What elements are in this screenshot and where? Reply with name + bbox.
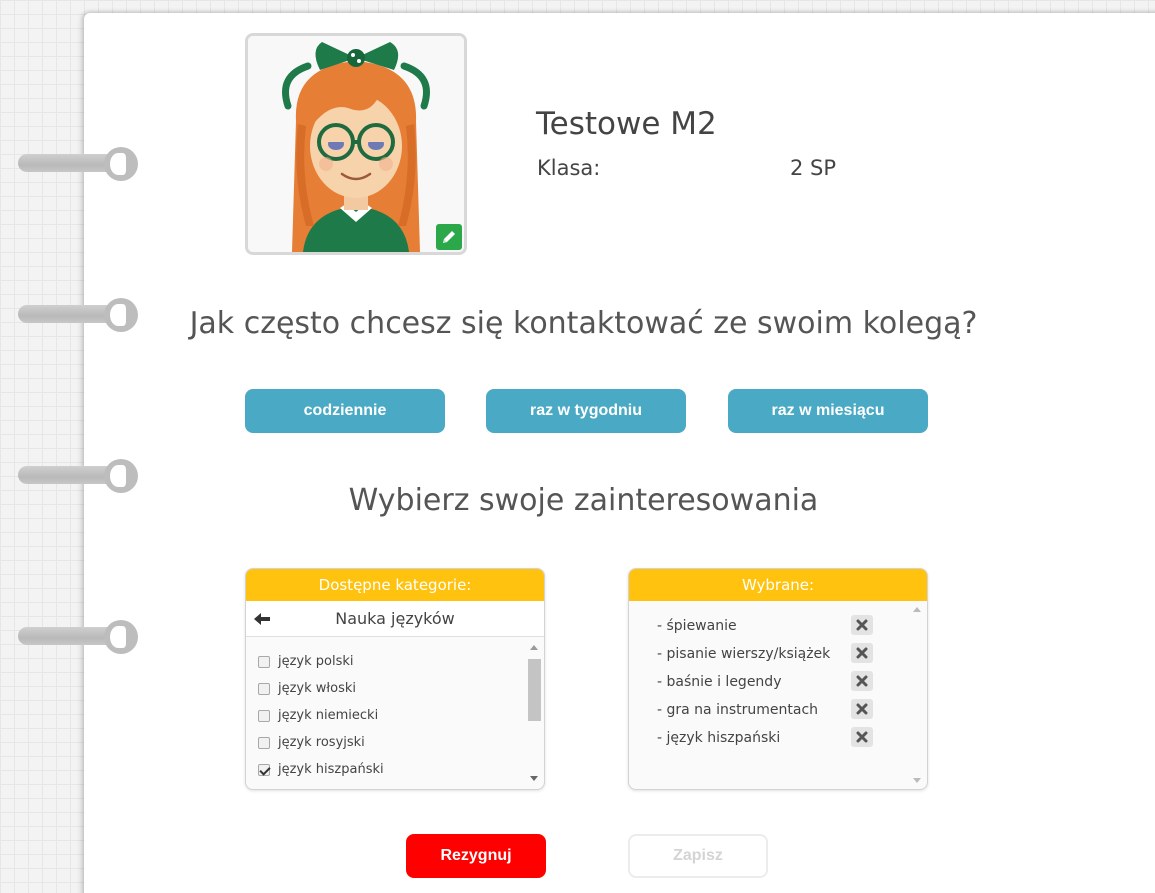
close-icon	[856, 647, 868, 659]
category-nav: Nauka języków	[246, 601, 544, 637]
class-value: 2 SP	[790, 156, 837, 180]
list-item[interactable]: język włoski	[258, 681, 356, 696]
close-icon	[856, 703, 868, 715]
scroll-down-icon[interactable]	[530, 776, 538, 781]
close-icon	[856, 731, 868, 743]
avatar	[245, 33, 467, 255]
pencil-icon	[443, 231, 455, 243]
close-icon	[856, 619, 868, 631]
category-title: Nauka języków	[335, 609, 455, 628]
remove-button[interactable]	[851, 643, 873, 663]
profile-name: Testowe M2	[536, 106, 717, 142]
frequency-monthly-button[interactable]: raz w miesiącu	[728, 389, 928, 433]
interests-title: Wybierz swoje zainteresowania	[348, 483, 819, 518]
list-item[interactable]: język rosyjski	[258, 735, 365, 750]
selected-item: - gra na instrumentach	[657, 702, 819, 718]
scroll-down-icon[interactable]	[913, 778, 921, 783]
scroll-up-icon[interactable]	[530, 645, 538, 650]
list-item-label: język polski	[278, 654, 354, 669]
selected-interests-panel: Wybrane: - śpiewanie - pisanie wierszy/k…	[628, 568, 928, 790]
remove-button[interactable]	[851, 727, 873, 747]
available-categories-header: Dostępne kategorie:	[246, 569, 544, 601]
frequency-weekly-button[interactable]: raz w tygodniu	[486, 389, 686, 433]
back-button[interactable]	[252, 609, 272, 629]
selected-item: - śpiewanie	[657, 618, 737, 634]
selected-item: - język hiszpański	[657, 730, 781, 746]
list-item-label: język niemiecki	[278, 708, 379, 723]
frequency-daily-button[interactable]: codziennie	[245, 389, 445, 433]
checkbox[interactable]	[258, 682, 270, 695]
close-icon	[856, 675, 868, 687]
list-item-label: język hiszpański	[278, 762, 384, 777]
remove-button[interactable]	[851, 615, 873, 635]
list-item[interactable]: język polski	[258, 654, 354, 669]
avatar-girl-illustration	[248, 36, 464, 252]
class-label: Klasa:	[537, 156, 601, 180]
edit-avatar-button[interactable]	[436, 224, 462, 250]
scrollbar[interactable]	[911, 605, 924, 785]
list-item[interactable]: język niemiecki	[258, 708, 378, 723]
scrollbar[interactable]	[528, 643, 541, 783]
cancel-button[interactable]: Rezygnuj	[406, 834, 546, 878]
binder-ring	[18, 147, 138, 181]
selected-interests-header: Wybrane:	[629, 569, 927, 601]
selected-item: - baśnie i legendy	[657, 674, 782, 690]
available-categories-panel: Dostępne kategorie: Nauka języków język …	[245, 568, 545, 790]
remove-button[interactable]	[851, 699, 873, 719]
selected-item: - pisanie wierszy/książek	[657, 646, 831, 662]
scroll-up-icon[interactable]	[913, 607, 921, 612]
category-list: język polski język włoski język niemieck…	[246, 637, 544, 787]
checkbox-checked[interactable]	[258, 763, 270, 776]
list-item[interactable]: język hiszpański	[258, 762, 384, 777]
checkbox[interactable]	[258, 709, 270, 722]
remove-button[interactable]	[851, 671, 873, 691]
scroll-thumb[interactable]	[528, 659, 541, 721]
arrow-left-icon	[254, 613, 270, 625]
save-button[interactable]: Zapisz	[628, 834, 768, 878]
checkbox[interactable]	[258, 736, 270, 749]
checkbox[interactable]	[258, 655, 270, 668]
list-item-label: język rosyjski	[278, 735, 365, 750]
selected-list: - śpiewanie - pisanie wierszy/książek - …	[629, 601, 927, 789]
binder-ring	[18, 620, 138, 654]
list-item-label: język włoski	[278, 681, 356, 696]
contact-frequency-question: Jak często chcesz się kontaktować ze swo…	[189, 306, 978, 341]
